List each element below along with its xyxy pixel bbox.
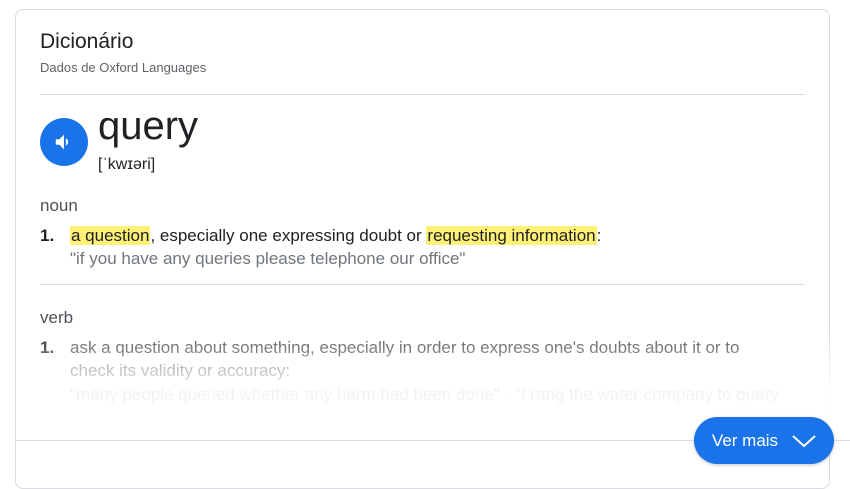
part-of-speech-verb: verb <box>40 308 74 327</box>
card-title: Dicionário <box>40 30 134 53</box>
section-divider <box>40 284 805 285</box>
headword: query <box>98 104 199 148</box>
noun-example: "if you have any queries please telephon… <box>70 249 466 268</box>
verb-definition-line2: check its validity or accuracy: <box>70 361 291 380</box>
see-more-button[interactable]: Ver mais <box>694 417 834 464</box>
chevron-down-icon <box>792 434 816 447</box>
header-divider <box>40 94 805 95</box>
sense-number: 1. <box>40 338 55 357</box>
sense-number: 1. <box>40 226 55 245</box>
highlight-requesting-information: requesting information <box>426 226 597 245</box>
phonetic-transcription: [ˈkwɪəri] <box>98 156 156 173</box>
verb-definition-line1: ask a question about something, especial… <box>70 338 740 357</box>
source-attribution: Dados de Oxford Languages <box>40 60 207 75</box>
part-of-speech-noun: noun <box>40 196 78 215</box>
speaker-icon <box>55 134 69 150</box>
pronunciation-button[interactable] <box>40 118 88 166</box>
see-more-label: Ver mais <box>711 430 779 450</box>
highlight-a-question: a question <box>70 226 151 245</box>
verb-example: "many people queried whether any harm ha… <box>70 385 779 404</box>
noun-definition: a question, especially one expressing do… <box>70 226 602 245</box>
